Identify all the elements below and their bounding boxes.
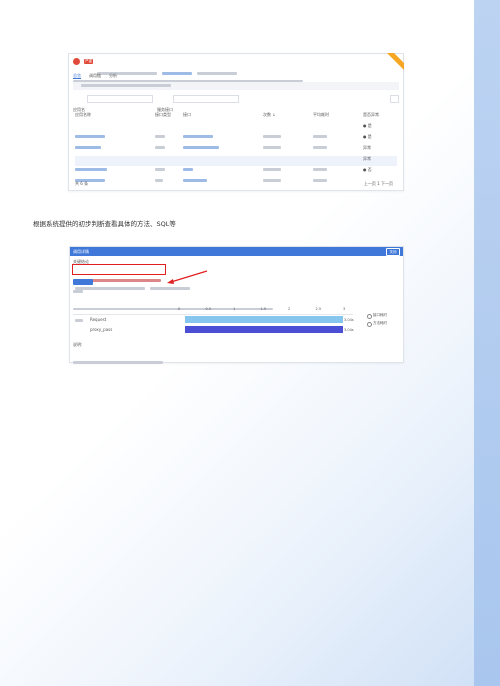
call-detail-screenshot: 调用详情 关闭 关键结论 0 0.5 1 1.5 2 2.5 3 Request 3.04s… — [69, 246, 404, 364]
app-logo-icon — [73, 58, 80, 65]
request-bar — [185, 316, 343, 323]
row-status: ● 是 — [363, 134, 372, 139]
side-decoration — [474, 0, 500, 686]
view-button[interactable] — [73, 279, 93, 285]
axis-tick-label: 1.5 — [260, 307, 267, 311]
table-row[interactable]: 异常 — [75, 156, 397, 171]
row-status: 异常 — [363, 156, 371, 161]
note-text — [73, 349, 163, 368]
row-request-name: Request — [90, 317, 107, 322]
chart-label — [73, 289, 83, 294]
monitoring-list-screenshot: 严重 总览 调用链 分析 应用名 服务接口 应用名称 接口类型 接口 次数 ↓ … — [68, 53, 404, 191]
row-header — [75, 307, 83, 326]
tab-bar: 总览 调用链 分析 — [73, 73, 117, 79]
dialog-title: 调用详情 — [73, 249, 89, 254]
table-row[interactable]: ● 是 — [75, 123, 397, 138]
note-label: 说明: — [73, 342, 83, 347]
severity-tag-label: 严重 — [85, 59, 92, 63]
col-app: 应用名称 — [75, 112, 91, 117]
table-row[interactable]: 异常 — [75, 145, 397, 160]
legend-label-1: 接口耗时 — [373, 313, 387, 317]
col-avg: 平均耗时 — [313, 112, 329, 117]
axis-ticks: 0 0.5 1 1.5 2 2.5 3 — [178, 307, 350, 313]
row-status: ● 否 — [363, 167, 372, 172]
corner-ribbon — [386, 53, 404, 71]
row-proxy-name: proxy_pass — [90, 327, 113, 332]
axis-tick-label: 0.5 — [205, 307, 212, 311]
legend-radio-2[interactable] — [367, 322, 372, 327]
row-proxy-value: 3.04s — [344, 328, 354, 332]
col-interface: 接口 — [183, 112, 191, 117]
col-error: 是否异常 — [363, 112, 379, 117]
dialog-header: 调用详情 关闭 — [70, 247, 403, 256]
table-footer-total: 共 6 条 — [75, 181, 89, 186]
axis-tick-label: 1 — [233, 307, 236, 311]
legend-radio-1[interactable] — [367, 314, 372, 319]
table-header: 应用名称 接口类型 接口 次数 ↓ 平均耗时 是否异常 — [75, 112, 397, 122]
proxy-bar — [185, 326, 343, 333]
info-bar — [73, 82, 399, 90]
service-select[interactable] — [173, 95, 239, 103]
table-pagination[interactable]: 上一页 1 下一页 — [364, 181, 393, 186]
close-button[interactable]: 关闭 — [386, 248, 400, 256]
tab-overview[interactable]: 总览 — [73, 73, 81, 79]
caption-text: 根据系统提供的初步判断查看具体的方法、SQL等 — [33, 220, 176, 228]
axis-tick-label: 3 — [343, 307, 346, 311]
refresh-button[interactable] — [390, 95, 399, 103]
table-row[interactable]: ● 否 — [75, 167, 397, 182]
tab-trace[interactable]: 调用链 — [89, 73, 101, 79]
app-select[interactable] — [87, 95, 153, 103]
tab-analysis[interactable]: 分析 — [109, 73, 117, 79]
axis-tick-label: 0 — [178, 307, 181, 311]
pointer-arrow-icon — [167, 270, 208, 284]
table-row[interactable]: ● 是 — [75, 134, 397, 149]
row-status: ● 是 — [363, 123, 372, 128]
axis-tick-label: 2.5 — [315, 307, 322, 311]
col-type: 接口类型 — [155, 112, 171, 117]
col-count: 次数 ↓ — [263, 112, 276, 117]
row-request-value: 3.04s — [344, 318, 354, 322]
legend-label-2: 方法耗时 — [373, 321, 387, 325]
divider — [73, 314, 353, 315]
axis-tick-label: 2 — [288, 307, 291, 311]
row-status: 异常 — [363, 145, 371, 150]
